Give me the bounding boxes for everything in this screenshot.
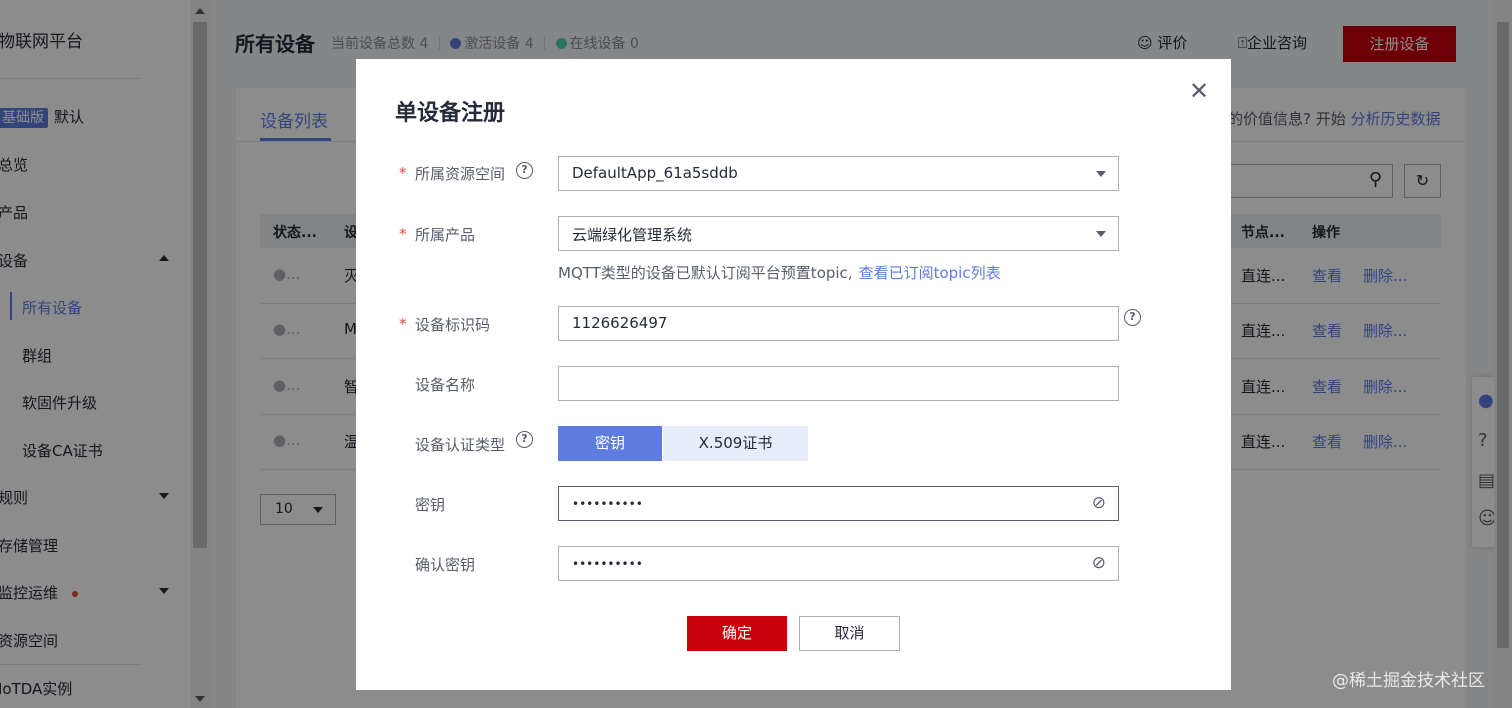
confirm-secret-label: 确认密钥 [415,556,476,574]
auth-x509-option[interactable]: X.509证书 [663,426,808,461]
device-name-label: 设备名称 [415,376,476,394]
secret-value: •••••••••• [572,497,643,511]
product-select[interactable]: 云端绿化管理系统 [558,216,1119,251]
register-device-dialog: 单设备注册 ✕ * 所属资源空间 ? DefaultApp_61a5sddb *… [356,59,1231,690]
subscribed-topics-link[interactable]: 查看已订阅topic列表 [859,264,1001,282]
chevron-down-icon [1096,231,1106,237]
help-icon[interactable]: ? [516,431,533,448]
product-value: 云端绿化管理系统 [572,226,693,244]
resource-space-select[interactable]: DefaultApp_61a5sddb [558,156,1119,191]
node-id-value: 1126626497 [572,314,668,332]
mqtt-note-text: MQTT类型的设备已默认订阅平台预置topic, [558,264,853,282]
dialog-title: 单设备注册 [395,101,506,126]
required-mark: * [399,164,407,182]
product-label: 所属产品 [415,226,476,244]
auth-secret-option[interactable]: 密钥 [558,426,662,461]
help-icon[interactable]: ? [516,162,533,179]
confirm-button[interactable]: 确定 [687,616,787,651]
confirm-secret-value: •••••••••• [572,557,643,571]
cancel-button[interactable]: 取消 [799,616,900,651]
help-icon[interactable]: ? [1124,309,1141,326]
required-mark: * [399,315,407,333]
secret-input[interactable]: •••••••••• ⊘ [558,486,1119,521]
mqtt-note: MQTT类型的设备已默认订阅平台预置topic, 查看已订阅topic列表 [558,262,1001,283]
eye-slash-icon[interactable]: ⊘ [1092,553,1106,573]
required-mark: * [399,225,407,243]
resource-space-value: DefaultApp_61a5sddb [572,164,738,182]
secret-label: 密钥 [415,496,446,514]
node-id-label: 设备标识码 [415,316,491,334]
close-icon[interactable]: ✕ [1189,77,1209,105]
device-name-input[interactable] [558,366,1119,401]
resource-space-label: 所属资源空间 [415,165,506,183]
eye-slash-icon[interactable]: ⊘ [1092,493,1106,513]
chevron-down-icon [1096,171,1106,177]
confirm-secret-input[interactable]: •••••••••• ⊘ [558,546,1119,581]
node-id-input[interactable]: 1126626497 [558,306,1119,341]
watermark: @稀土掘金技术社区 [1332,671,1485,691]
auth-type-label: 设备认证类型 [415,436,506,454]
